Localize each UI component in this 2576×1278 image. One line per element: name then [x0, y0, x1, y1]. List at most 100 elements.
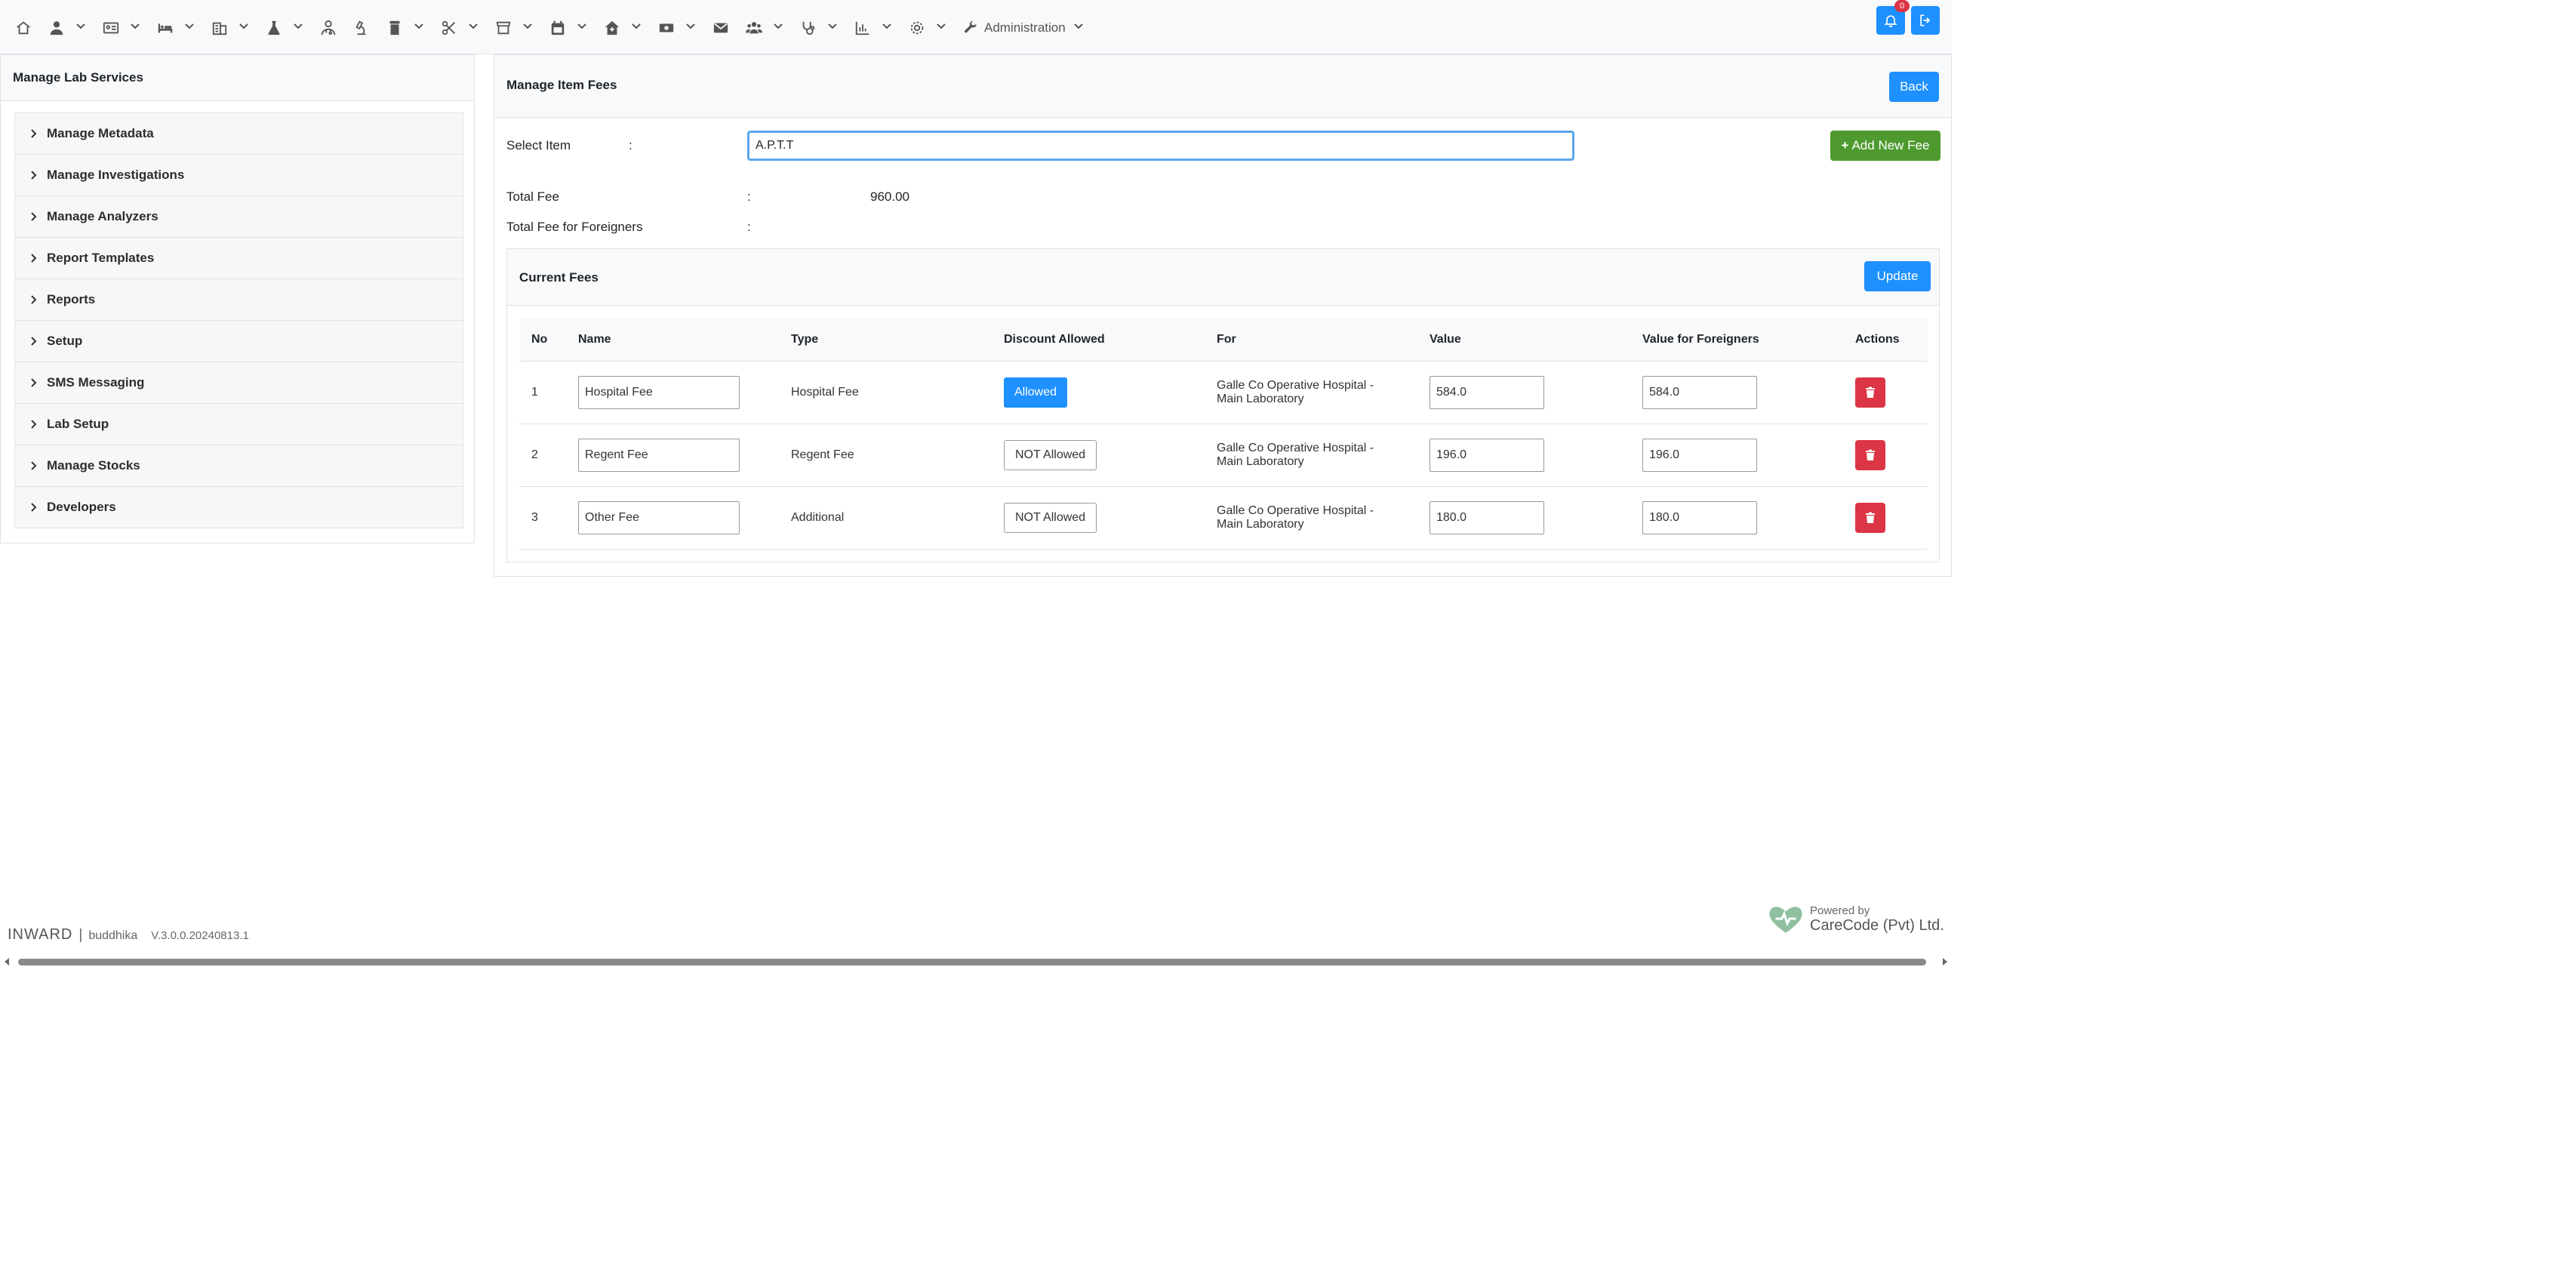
sidebar-item-reports[interactable]: Reports [15, 279, 463, 321]
nav-pharmacy[interactable] [386, 20, 424, 36]
fee-value-cell [1417, 361, 1630, 424]
chevron-right-icon [31, 503, 37, 512]
nav-administration[interactable]: Administration [963, 20, 1084, 35]
select-item-label: Select Item [506, 138, 571, 152]
fee-name-input[interactable] [578, 439, 740, 472]
nav-settings[interactable] [909, 20, 946, 36]
discount-toggle-button[interactable]: NOT Allowed [1004, 440, 1097, 470]
column-header-discount: Discount Allowed [992, 319, 1205, 362]
logout-button[interactable] [1911, 6, 1940, 35]
chevron-down-icon [512, 21, 533, 35]
sidebar-item-label: Manage Metadata [47, 126, 154, 140]
sidebar-title: Manage Lab Services [1, 55, 474, 101]
current-fees-card: Current Fees Update No Name Type Discoun… [506, 248, 1940, 562]
nav-users[interactable] [746, 20, 783, 36]
chevron-right-icon [31, 212, 37, 221]
fee-no: 1 [519, 361, 566, 424]
fee-value-input[interactable] [1430, 501, 1544, 534]
sidebar-item-developers[interactable]: Developers [15, 487, 463, 528]
nav-clinic[interactable] [800, 20, 838, 36]
nav-store[interactable] [495, 20, 533, 36]
scroll-right-arrow-icon[interactable] [1941, 958, 1949, 965]
nav-payments[interactable] [658, 20, 696, 36]
fee-name-cell [566, 486, 779, 550]
fee-value-foreigners-input[interactable] [1642, 376, 1757, 409]
fee-name-input[interactable] [578, 376, 740, 409]
nav-theatre[interactable] [441, 20, 479, 36]
sidebar-item-report-templates[interactable]: Report Templates [15, 238, 463, 279]
fee-value-foreigners-input[interactable] [1642, 439, 1757, 472]
scrollbar-thumb[interactable] [18, 959, 1926, 965]
add-new-fee-button[interactable]: + Add New Fee [1830, 131, 1940, 161]
users-icon [746, 22, 762, 34]
sidebar-item-lab-setup[interactable]: Lab Setup [15, 404, 463, 445]
delete-fee-button[interactable] [1855, 377, 1885, 408]
nav-items: Administration [15, 15, 1084, 41]
sidebar-item-label: Report Templates [47, 251, 155, 265]
fee-name-cell [566, 423, 779, 487]
nav-messages[interactable] [712, 20, 729, 36]
column-header-value: Value [1417, 319, 1630, 362]
chevron-down-icon [119, 21, 140, 35]
chevron-down-icon [174, 21, 195, 35]
scroll-left-arrow-icon[interactable] [3, 958, 11, 965]
scissors-icon [442, 20, 455, 35]
delete-fee-button[interactable] [1855, 440, 1885, 470]
fee-value-input[interactable] [1430, 376, 1544, 409]
nav-microscope[interactable] [353, 20, 370, 36]
total-fee-foreigners-colon: : [747, 220, 751, 234]
main-header: Manage Item Fees Back [494, 55, 1951, 118]
chevron-down-icon [675, 21, 696, 35]
chevron-down-icon [762, 21, 783, 35]
update-button[interactable]: Update [1864, 261, 1931, 291]
manage-item-fees-panel: Manage Item Fees Back Select Item : +Add… [494, 54, 1952, 577]
chevron-right-icon [31, 254, 37, 263]
fee-actions-cell [1843, 423, 1928, 487]
fee-value-input[interactable] [1430, 439, 1544, 472]
fee-for: Galle Co Operative Hospital - Main Labora… [1205, 361, 1417, 424]
trash-icon [1866, 449, 1875, 460]
wrench-icon [964, 20, 977, 33]
back-button[interactable]: Back [1889, 72, 1939, 102]
nav-id-card[interactable] [103, 20, 140, 36]
fee-name-input[interactable] [578, 501, 740, 534]
nav-user[interactable] [48, 20, 86, 36]
nav-bed[interactable] [157, 20, 195, 36]
fee-discount-cell: Allowed [992, 361, 1205, 424]
fee-discount-cell: NOT Allowed [992, 486, 1205, 550]
fee-type: Hospital Fee [779, 361, 992, 424]
fee-name-cell [566, 361, 779, 424]
fee-for-line1: Galle Co Operative Hospital - [1217, 379, 1374, 392]
total-fee-foreigners-label: Total Fee for Foreigners [506, 220, 643, 234]
notification-badge: 0 [1894, 0, 1910, 12]
column-header-no: No [519, 319, 566, 362]
select-item-input[interactable] [747, 131, 1574, 161]
nav-reports[interactable] [854, 20, 892, 36]
delete-fee-button[interactable] [1855, 503, 1885, 533]
fee-value-foreigners-input[interactable] [1642, 501, 1757, 534]
nav-house-medical[interactable] [604, 20, 642, 36]
sidebar-item-manage-stocks[interactable]: Manage Stocks [15, 445, 463, 487]
sidebar-item-label: Manage Stocks [47, 458, 140, 473]
table-row: 2 Regent Fee NOT Allowed Galle Co Operat… [519, 423, 1928, 487]
sidebar-item-manage-analyzers[interactable]: Manage Analyzers [15, 196, 463, 238]
sidebar-item-manage-metadata[interactable]: Manage Metadata [15, 113, 463, 155]
nav-building[interactable] [211, 20, 249, 36]
sidebar-item-sms-messaging[interactable]: SMS Messaging [15, 362, 463, 404]
sidebar-item-setup[interactable]: Setup [15, 321, 463, 362]
fee-for-line2: Main Laboratory [1217, 455, 1304, 468]
discount-toggle-button[interactable]: NOT Allowed [1004, 503, 1097, 533]
nav-doctor[interactable] [320, 20, 337, 36]
horizontal-scrollbar[interactable] [0, 955, 1952, 969]
sidebar-item-manage-investigations[interactable]: Manage Investigations [15, 155, 463, 196]
chevron-down-icon [817, 21, 838, 35]
fee-no: 2 [519, 423, 566, 487]
discount-toggle-button[interactable]: Allowed [1004, 377, 1068, 408]
fee-value-cell [1417, 423, 1630, 487]
chevron-down-icon [457, 21, 479, 35]
user-doctor-icon [321, 20, 336, 35]
nav-lab[interactable] [266, 20, 303, 36]
notifications-button[interactable]: 0 [1876, 0, 1910, 35]
nav-home[interactable] [15, 20, 32, 36]
nav-calendar[interactable] [549, 20, 587, 36]
